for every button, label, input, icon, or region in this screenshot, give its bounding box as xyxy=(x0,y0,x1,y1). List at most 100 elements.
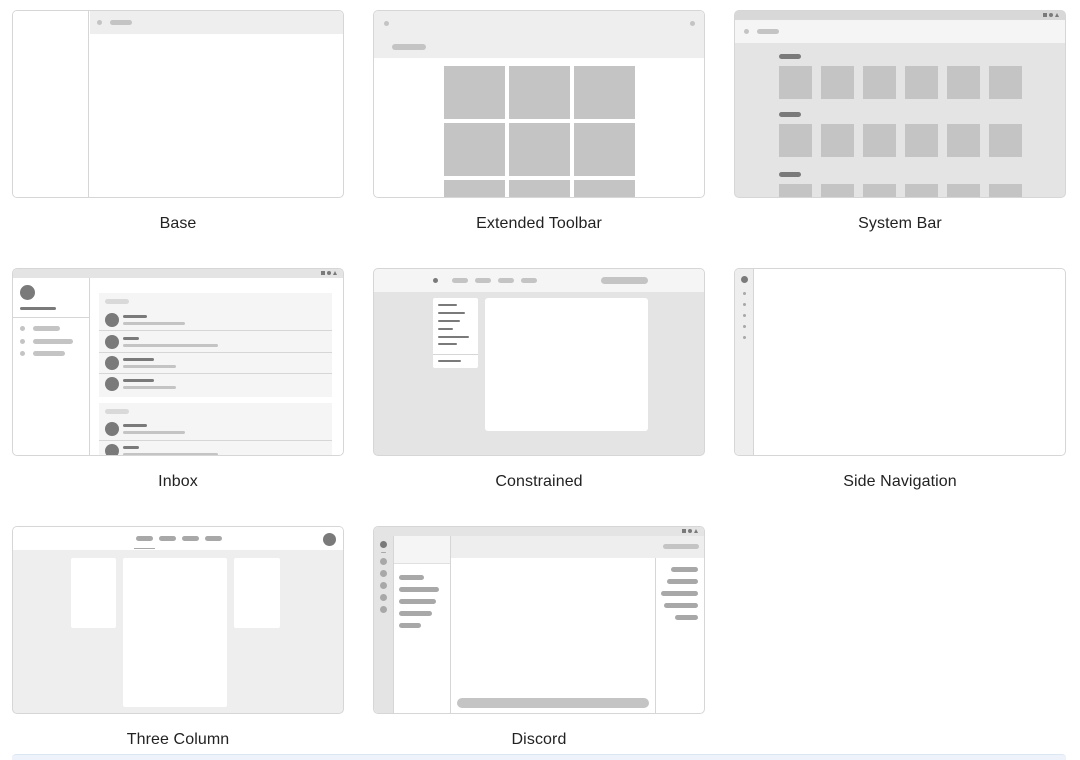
layout-preview-extended-toolbar[interactable] xyxy=(373,10,705,198)
row-divider xyxy=(99,330,332,331)
member-item xyxy=(675,615,698,620)
left-column xyxy=(71,558,116,628)
layout-label: Side Navigation xyxy=(843,473,957,490)
grid-tile xyxy=(863,66,896,99)
triangle-icon xyxy=(333,271,337,275)
section-header xyxy=(779,54,801,59)
avatar xyxy=(105,313,119,327)
nav-dot-icon xyxy=(743,292,746,295)
layout-card-base[interactable]: Base xyxy=(12,10,344,240)
avatar xyxy=(105,335,119,349)
avatar xyxy=(105,422,119,436)
grid-tile xyxy=(863,124,896,157)
nav-item xyxy=(33,351,65,356)
server-header xyxy=(394,536,450,564)
grid-tile xyxy=(989,184,1022,197)
message-input-placeholder xyxy=(457,698,649,708)
channel-item xyxy=(399,587,439,592)
layout-preview-three-column[interactable] xyxy=(12,526,344,714)
layout-card-three-column[interactable]: Three Column xyxy=(12,526,344,756)
menu-line xyxy=(438,328,453,330)
grid-tile xyxy=(444,123,505,176)
triangle-icon xyxy=(1055,13,1059,17)
preview-placeholder xyxy=(123,344,218,347)
layout-preview-system-bar[interactable] xyxy=(734,10,1066,198)
nav-tab xyxy=(452,278,468,283)
grid-tile xyxy=(574,66,635,119)
extended-toolbar xyxy=(374,11,704,58)
grid-tile xyxy=(863,184,896,197)
preview-placeholder xyxy=(123,365,176,368)
nav-dot-icon xyxy=(20,351,25,356)
circle-icon xyxy=(1049,13,1053,17)
layout-preview-inbox[interactable] xyxy=(12,268,344,456)
search-placeholder xyxy=(663,544,699,549)
member-item xyxy=(661,591,698,596)
layout-card-inbox[interactable]: Inbox xyxy=(12,268,344,498)
section-header xyxy=(779,172,801,177)
layout-label: Discord xyxy=(511,731,567,748)
title-placeholder xyxy=(392,44,426,50)
grid-tile xyxy=(821,184,854,197)
logo-dot-icon xyxy=(741,276,748,283)
layout-card-extended-toolbar[interactable]: Extended Toolbar xyxy=(373,10,705,240)
server-icon xyxy=(380,606,387,613)
layout-card-side-navigation[interactable]: Side Navigation xyxy=(734,268,1066,498)
nav-tab xyxy=(521,278,537,283)
nav-dot-icon xyxy=(20,339,25,344)
square-icon xyxy=(321,271,325,275)
nav-tab xyxy=(475,278,491,283)
layout-card-system-bar[interactable]: System Bar xyxy=(734,10,1066,240)
nav-rail xyxy=(735,269,754,455)
layout-preview-side-navigation[interactable] xyxy=(734,268,1066,456)
circle-icon xyxy=(688,529,692,533)
grid-tile xyxy=(947,124,980,157)
grid-tile xyxy=(947,184,980,197)
grid-tile xyxy=(509,66,570,119)
preview-placeholder xyxy=(123,386,176,389)
layout-preview-constrained[interactable] xyxy=(373,268,705,456)
grid-tile xyxy=(444,180,505,197)
nav-dot-icon xyxy=(743,314,746,317)
sidebar-panel xyxy=(13,11,89,197)
nav-item xyxy=(33,339,73,344)
grid-tile xyxy=(905,66,938,99)
square-icon xyxy=(1043,13,1047,17)
grid-tile xyxy=(779,66,812,99)
avatar xyxy=(20,285,35,300)
grid-tile xyxy=(989,66,1022,99)
grid-tile xyxy=(509,180,570,197)
layout-label: Base xyxy=(159,215,197,232)
member-item xyxy=(671,567,698,572)
layout-preview-base[interactable] xyxy=(12,10,344,198)
layout-label: System Bar xyxy=(858,215,942,232)
nav-dot-icon xyxy=(20,326,25,331)
menu-line xyxy=(438,336,469,338)
server-icon xyxy=(380,541,387,548)
divider xyxy=(13,317,89,318)
divider xyxy=(655,558,656,713)
layout-label: Three Column xyxy=(126,731,230,748)
nav-tab xyxy=(182,536,199,541)
account-name-placeholder xyxy=(20,307,56,310)
nav-dot-icon xyxy=(743,336,746,339)
center-column xyxy=(123,558,227,707)
member-item xyxy=(664,603,698,608)
content-card xyxy=(485,298,648,431)
menu-line xyxy=(438,304,457,306)
system-status-bar xyxy=(13,269,343,278)
nav-tab xyxy=(205,536,222,541)
nav-tab xyxy=(136,536,153,541)
nav-dot-icon xyxy=(743,303,746,306)
sender-placeholder xyxy=(123,358,154,361)
server-icon xyxy=(380,558,387,565)
sender-placeholder xyxy=(123,337,139,340)
square-icon xyxy=(682,529,686,533)
layout-card-discord[interactable]: Discord xyxy=(373,526,705,756)
layout-preview-discord[interactable] xyxy=(373,526,705,714)
nav-tab xyxy=(159,536,176,541)
channel-item xyxy=(399,599,436,604)
menu-line xyxy=(438,360,461,362)
grid-tile xyxy=(574,123,635,176)
layout-card-constrained[interactable]: Constrained xyxy=(373,268,705,498)
